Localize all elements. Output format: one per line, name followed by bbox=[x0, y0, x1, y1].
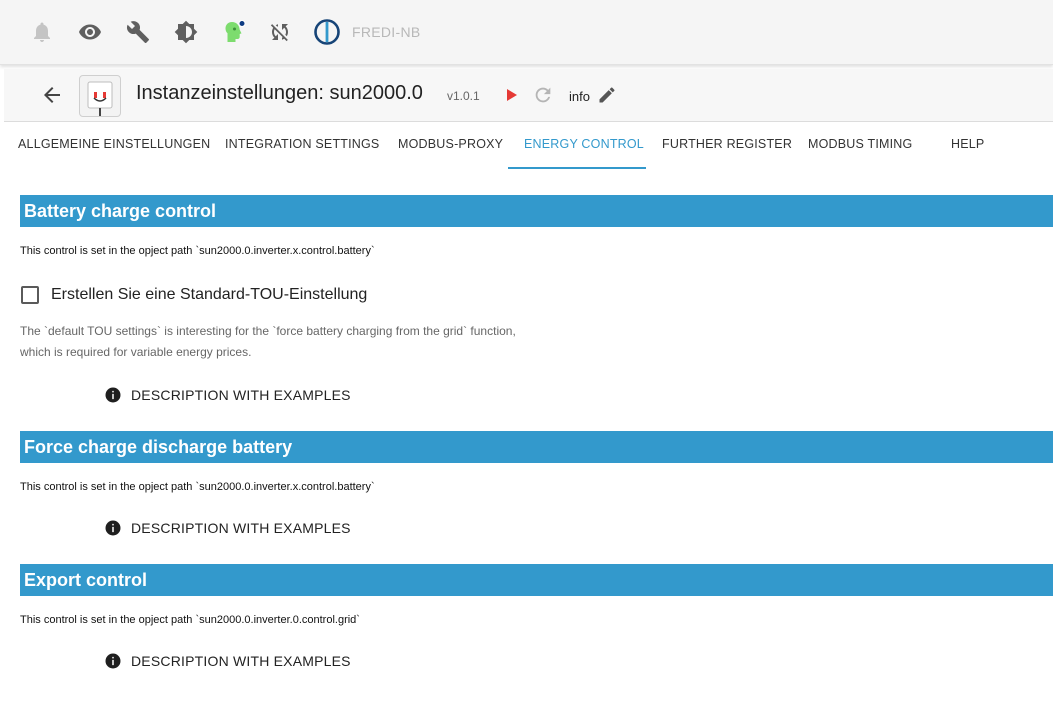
iobroker-logo-icon[interactable] bbox=[314, 19, 340, 45]
tab-further-register[interactable]: FURTHER REGISTER bbox=[662, 137, 792, 151]
default-tou-checkbox[interactable] bbox=[21, 286, 39, 304]
top-toolbar: FREDI-NB bbox=[0, 0, 1053, 65]
description-button-label: DESCRIPTION WITH EXAMPLES bbox=[131, 653, 351, 669]
description-button-label: DESCRIPTION WITH EXAMPLES bbox=[131, 520, 351, 536]
tou-helper-text-line2: which is required for variable energy pr… bbox=[20, 345, 252, 359]
host-name: FREDI-NB bbox=[352, 24, 421, 40]
default-tou-checkbox-label[interactable]: Erstellen Sie eine Standard-TOU-Einstell… bbox=[51, 286, 367, 304]
section-header-battery-charge-control: Battery charge control bbox=[20, 195, 1053, 227]
export-description-button[interactable]: DESCRIPTION WITH EXAMPLES bbox=[104, 651, 351, 671]
version-label: v1.0.1 bbox=[447, 89, 480, 103]
info-icon bbox=[105, 387, 121, 403]
settings-tabs: ALLGEMEINE EINSTELLUNGEN INTEGRATION SET… bbox=[0, 121, 1053, 169]
adapter-logo-icon bbox=[79, 75, 121, 117]
tab-integration-settings[interactable]: INTEGRATION SETTINGS bbox=[225, 137, 379, 151]
battery-path-text: This control is set in the opject path `… bbox=[20, 245, 375, 257]
play-icon[interactable] bbox=[501, 85, 521, 105]
instance-info-label: info bbox=[569, 89, 590, 104]
reload-icon[interactable] bbox=[532, 84, 554, 106]
force-path-text: This control is set in the opject path `… bbox=[20, 481, 375, 493]
wrench-icon[interactable] bbox=[126, 20, 150, 44]
page-title: Instanzeinstellungen: sun2000.0 bbox=[136, 82, 423, 104]
tou-helper-text-line1: The `default TOU settings` is interestin… bbox=[20, 324, 516, 338]
instance-header: Instanzeinstellungen: sun2000.0 v1.0.1 i… bbox=[4, 69, 1053, 122]
edit-pencil-icon[interactable] bbox=[597, 85, 617, 105]
info-icon bbox=[105, 520, 121, 536]
section-header-export-control: Export control bbox=[20, 564, 1053, 596]
tab-allgemeine-einstellungen[interactable]: ALLGEMEINE EINSTELLUNGEN bbox=[18, 137, 210, 151]
force-description-button[interactable]: DESCRIPTION WITH EXAMPLES bbox=[104, 518, 351, 538]
active-tab-indicator bbox=[508, 167, 646, 169]
sync-off-icon[interactable] bbox=[268, 20, 292, 44]
tab-modbus-timing[interactable]: MODBUS TIMING bbox=[808, 137, 912, 151]
info-icon bbox=[105, 653, 121, 669]
eye-icon[interactable] bbox=[78, 20, 102, 44]
battery-description-button[interactable]: DESCRIPTION WITH EXAMPLES bbox=[104, 385, 351, 405]
description-button-label: DESCRIPTION WITH EXAMPLES bbox=[131, 387, 351, 403]
section-header-force-charge-discharge: Force charge discharge battery bbox=[20, 431, 1053, 463]
brightness-icon[interactable] bbox=[174, 20, 198, 44]
tab-help[interactable]: HELP bbox=[951, 137, 984, 151]
tab-modbus-proxy[interactable]: MODBUS-PROXY bbox=[398, 137, 503, 151]
export-path-text: This control is set in the opject path `… bbox=[20, 614, 360, 626]
back-arrow-icon[interactable] bbox=[40, 83, 64, 107]
tab-energy-control[interactable]: ENERGY CONTROL bbox=[524, 137, 644, 151]
robot-head-icon[interactable] bbox=[222, 20, 246, 44]
bell-icon[interactable] bbox=[30, 20, 54, 44]
